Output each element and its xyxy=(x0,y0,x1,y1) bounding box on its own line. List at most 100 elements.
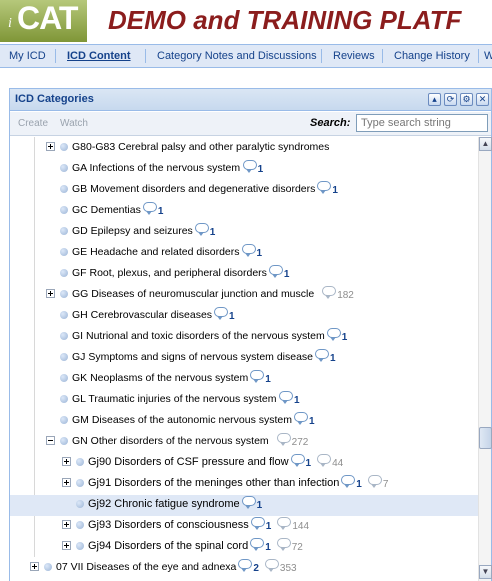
notes-bubble-icon[interactable] xyxy=(315,349,330,362)
tree-node-label[interactable]: Gj92 Chronic fatigue syndrome xyxy=(88,498,240,510)
tree-row[interactable]: GL Traumatic injuries of the nervous sys… xyxy=(10,390,478,411)
tree-node-label[interactable]: GH Cerebrovascular diseases xyxy=(72,309,212,321)
tree-node-label[interactable]: Gj91 Disorders of the meninges other tha… xyxy=(88,477,339,489)
expand-icon[interactable] xyxy=(46,289,55,298)
node-bullet-icon xyxy=(60,185,68,193)
scroll-down-icon[interactable]: ▼ xyxy=(479,565,492,579)
expand-icon[interactable] xyxy=(62,457,71,466)
tree-node-label[interactable]: GE Headache and related disorders xyxy=(72,246,240,258)
tree-node-label[interactable]: GL Traumatic injuries of the nervous sys… xyxy=(72,393,276,405)
tree-node-label[interactable]: Gj94 Disorders of the spinal cord xyxy=(88,540,248,552)
notes-count: 2 xyxy=(253,563,259,574)
notes-bubble-icon[interactable] xyxy=(294,412,308,425)
tab-my-icd[interactable]: My ICD xyxy=(9,45,46,67)
create-button[interactable]: Create xyxy=(18,118,48,129)
tree-node-label[interactable]: GD Epilepsy and seizures xyxy=(72,225,193,237)
tree-row[interactable]: GA Infections of the nervous system 1 xyxy=(10,159,478,180)
tree-row[interactable]: GK Neoplasms of the nervous system 1 xyxy=(10,369,478,390)
child-notes-bubble-icon[interactable] xyxy=(277,517,292,530)
tree-row[interactable]: GB Movement disorders and degenerative d… xyxy=(10,180,478,201)
notes-bubble-icon[interactable] xyxy=(326,328,341,341)
tab-overflow[interactable]: W xyxy=(484,45,492,67)
tab-icd-content[interactable]: ICD Content xyxy=(67,45,131,67)
notes-bubble-icon[interactable] xyxy=(241,244,256,257)
notes-bubble-icon[interactable] xyxy=(290,454,305,467)
tree-row[interactable]: GC Dementias 1 xyxy=(10,201,478,222)
notes-bubble-icon[interactable] xyxy=(250,370,265,383)
search-input[interactable] xyxy=(356,114,488,132)
notes-bubble-icon[interactable] xyxy=(268,265,283,278)
notes-count: 1 xyxy=(256,248,263,259)
notes-bubble-icon[interactable] xyxy=(279,391,294,404)
child-notes-bubble-icon[interactable] xyxy=(317,454,332,467)
refresh-icon[interactable]: ⟳ xyxy=(444,93,457,106)
tree-row[interactable]: GJ Symptoms and signs of nervous system … xyxy=(10,348,478,369)
tree-row[interactable]: Gj92 Chronic fatigue syndrome 1 xyxy=(10,495,478,516)
close-icon[interactable]: ✕ xyxy=(476,93,489,106)
notes-bubble-icon[interactable] xyxy=(142,202,157,215)
tree-node-label[interactable]: GK Neoplasms of the nervous system xyxy=(72,372,248,384)
tree-row[interactable]: GH Cerebrovascular diseases 1 xyxy=(10,306,478,327)
scroll-up-icon[interactable]: ▲ xyxy=(479,137,492,151)
tree-row[interactable]: Gj90 Disorders of CSF pressure and flow 1… xyxy=(10,453,478,474)
tree-row[interactable]: GM Diseases of the autonomic nervous sys… xyxy=(10,411,478,432)
tree-row[interactable]: G80-G83 Cerebral palsy and other paralyt… xyxy=(10,138,478,159)
tree-row[interactable]: GE Headache and related disorders 1 xyxy=(10,243,478,264)
child-notes-bubble-icon[interactable] xyxy=(367,475,382,488)
expand-icon[interactable] xyxy=(62,541,71,550)
tree-node-label[interactable]: Gj90 Disorders of CSF pressure and flow xyxy=(88,456,289,468)
tree-node-label[interactable]: GM Diseases of the autonomic nervous sys… xyxy=(72,414,292,426)
child-notes-bubble-icon[interactable] xyxy=(276,538,291,551)
tree-node-label[interactable]: Gj93 Disorders of consciousness xyxy=(88,519,249,531)
note-indicators: 1 xyxy=(317,180,338,196)
tree-node-label[interactable]: G80-G83 Cerebral palsy and other paralyt… xyxy=(72,141,329,153)
expand-icon[interactable] xyxy=(30,562,39,571)
notes-bubble-icon[interactable] xyxy=(341,475,356,488)
tree-row[interactable]: 07 VII Diseases of the eye and adnexa 2 35… xyxy=(10,558,478,579)
expand-icon[interactable] xyxy=(62,520,71,529)
expand-icon[interactable] xyxy=(62,478,71,487)
tree-row[interactable]: Gj93 Disorders of consciousness 1 144 xyxy=(10,516,478,537)
notes-bubble-icon[interactable] xyxy=(214,307,229,320)
scroll-thumb[interactable] xyxy=(479,427,492,449)
tree-row[interactable]: GI Nutrional and toxic disorders of the … xyxy=(10,327,478,348)
child-notes-bubble-icon[interactable] xyxy=(322,286,337,299)
collapse-icon[interactable]: ▴ xyxy=(428,93,441,106)
notes-bubble-icon[interactable] xyxy=(250,517,265,530)
tree-row[interactable]: GG Diseases of neuromuscular junction an… xyxy=(10,285,478,306)
tab-reviews[interactable]: Reviews xyxy=(333,45,375,67)
watch-button[interactable]: Watch xyxy=(60,118,88,129)
child-notes-bubble-icon[interactable] xyxy=(264,559,279,572)
note-indicators: 1 144 xyxy=(250,516,309,532)
notes-bubble-icon[interactable] xyxy=(242,160,257,173)
tree-node-label[interactable]: GB Movement disorders and degenerative d… xyxy=(72,183,315,195)
tree-row[interactable]: GN Other disorders of the nervous system… xyxy=(10,432,478,453)
tree-row[interactable]: Gj94 Disorders of the spinal cord 1 72 xyxy=(10,537,478,558)
tree-scrollbar[interactable]: ▲ ▼ xyxy=(478,137,492,581)
tree-node-label[interactable]: GI Nutrional and toxic disorders of the … xyxy=(72,330,325,342)
tree-node-label[interactable]: GF Root, plexus, and peripheral disorder… xyxy=(72,267,267,279)
expand-icon[interactable] xyxy=(46,142,55,151)
tab-change-history[interactable]: Change History xyxy=(394,45,470,67)
tab-category-notes[interactable]: Category Notes and Discussions xyxy=(157,45,317,67)
gear-icon[interactable]: ⚙ xyxy=(460,93,473,106)
tree-node-label[interactable]: GC Dementias xyxy=(72,204,141,216)
notes-bubble-icon[interactable] xyxy=(238,559,253,572)
notes-bubble-icon[interactable] xyxy=(241,496,256,509)
tree-node-label[interactable]: GJ Symptoms and signs of nervous system … xyxy=(72,351,313,363)
notes-bubble-icon[interactable] xyxy=(194,223,209,236)
child-notes-bubble-icon[interactable] xyxy=(276,433,291,446)
tree-row[interactable]: Gj91 Disorders of the meninges other tha… xyxy=(10,474,478,495)
collapse-node-icon[interactable] xyxy=(46,436,55,445)
notes-bubble-icon[interactable] xyxy=(250,538,265,551)
tree-node-label[interactable]: GA Infections of the nervous system xyxy=(72,162,240,174)
tree-node-label[interactable]: GG Diseases of neuromuscular junction an… xyxy=(72,288,314,300)
tree-row[interactable]: GD Epilepsy and seizures 1 xyxy=(10,222,478,243)
tree-node-label[interactable]: 07 VII Diseases of the eye and adnexa xyxy=(56,561,236,573)
tree-row[interactable]: GF Root, plexus, and peripheral disorder… xyxy=(10,264,478,285)
tree-node-label[interactable]: GN Other disorders of the nervous system xyxy=(72,435,269,447)
child-notes-count: 72 xyxy=(291,542,303,553)
icat-logo[interactable]: i CAT xyxy=(0,0,87,42)
node-bullet-icon xyxy=(60,416,68,424)
notes-bubble-icon[interactable] xyxy=(317,181,332,194)
